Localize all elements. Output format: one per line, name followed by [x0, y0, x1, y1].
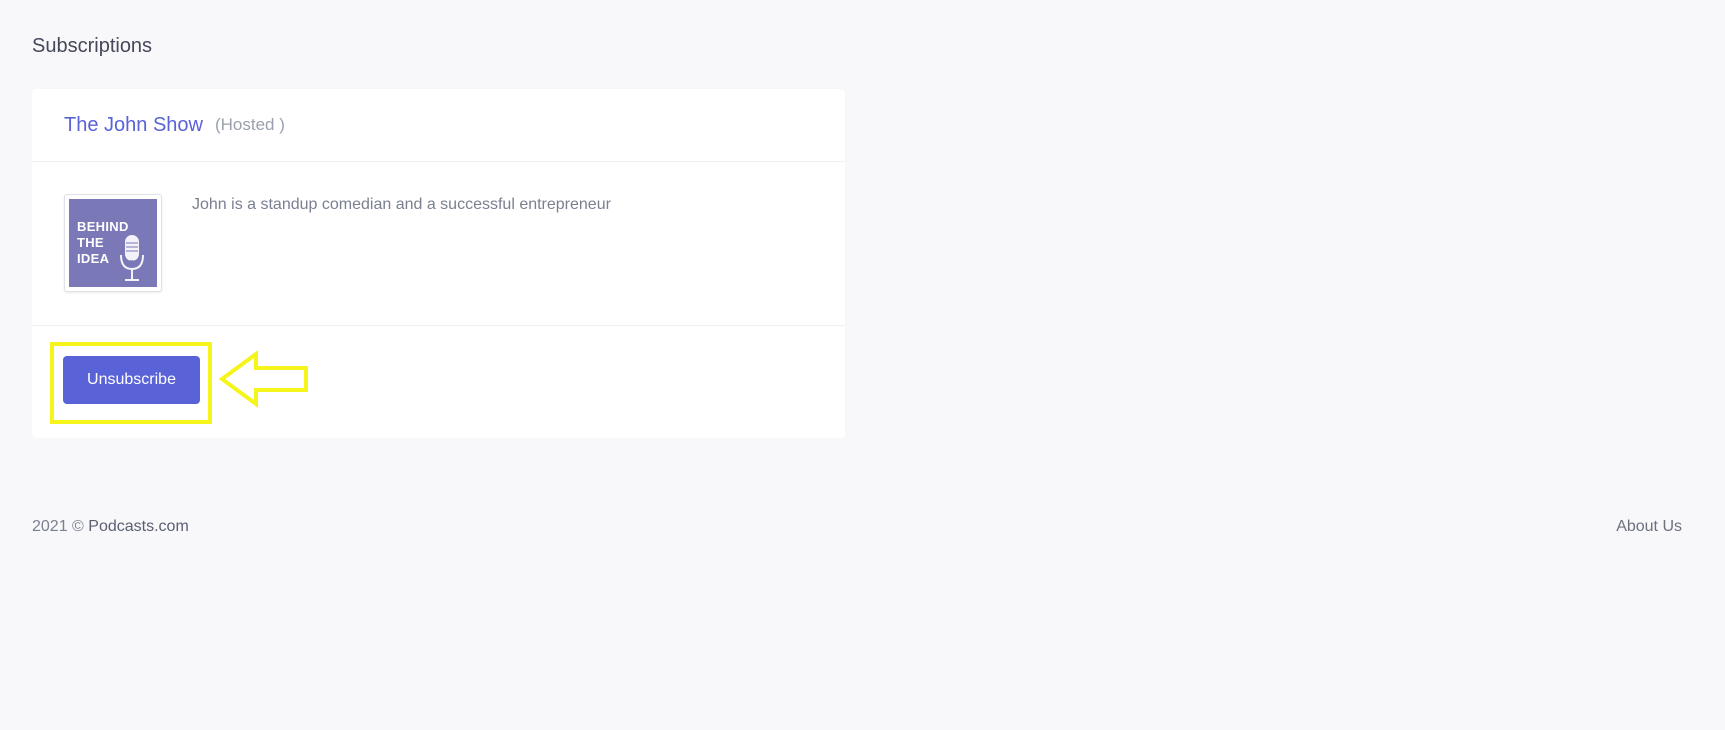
card-actions: Unsubscribe: [32, 326, 845, 437]
footer-copyright: 2021 © Podcasts.com: [32, 518, 189, 536]
cover-text-line-1: BEHIND: [77, 219, 129, 234]
svg-text:α: α: [128, 256, 136, 269]
cover-text-line-2: THE: [77, 235, 104, 250]
cover-art: BEHIND THE IDEA α: [69, 199, 157, 287]
microphone-icon: α: [120, 235, 144, 281]
copyright-year: 2021 ©: [32, 518, 84, 535]
arrow-left-outline-icon: [218, 350, 308, 408]
about-us-link[interactable]: About Us: [1616, 518, 1682, 536]
card-header: The John Show (Hosted ): [32, 89, 845, 162]
subscription-card: The John Show (Hosted ) BEHIND THE IDEA …: [32, 89, 845, 438]
cover-text-line-3: IDEA: [77, 251, 110, 266]
page-title: Subscriptions: [32, 35, 153, 57]
hosted-tag: (Hosted ): [214, 115, 285, 134]
card-body: BEHIND THE IDEA α John is a standup come…: [32, 162, 845, 326]
show-title-link[interactable]: The John Show: [64, 114, 203, 137]
brand-name: Podcasts.com: [88, 518, 189, 535]
unsubscribe-button[interactable]: Unsubscribe: [63, 356, 200, 404]
show-description: John is a standup comedian and a success…: [192, 196, 611, 213]
podcast-cover[interactable]: BEHIND THE IDEA α: [64, 194, 162, 292]
